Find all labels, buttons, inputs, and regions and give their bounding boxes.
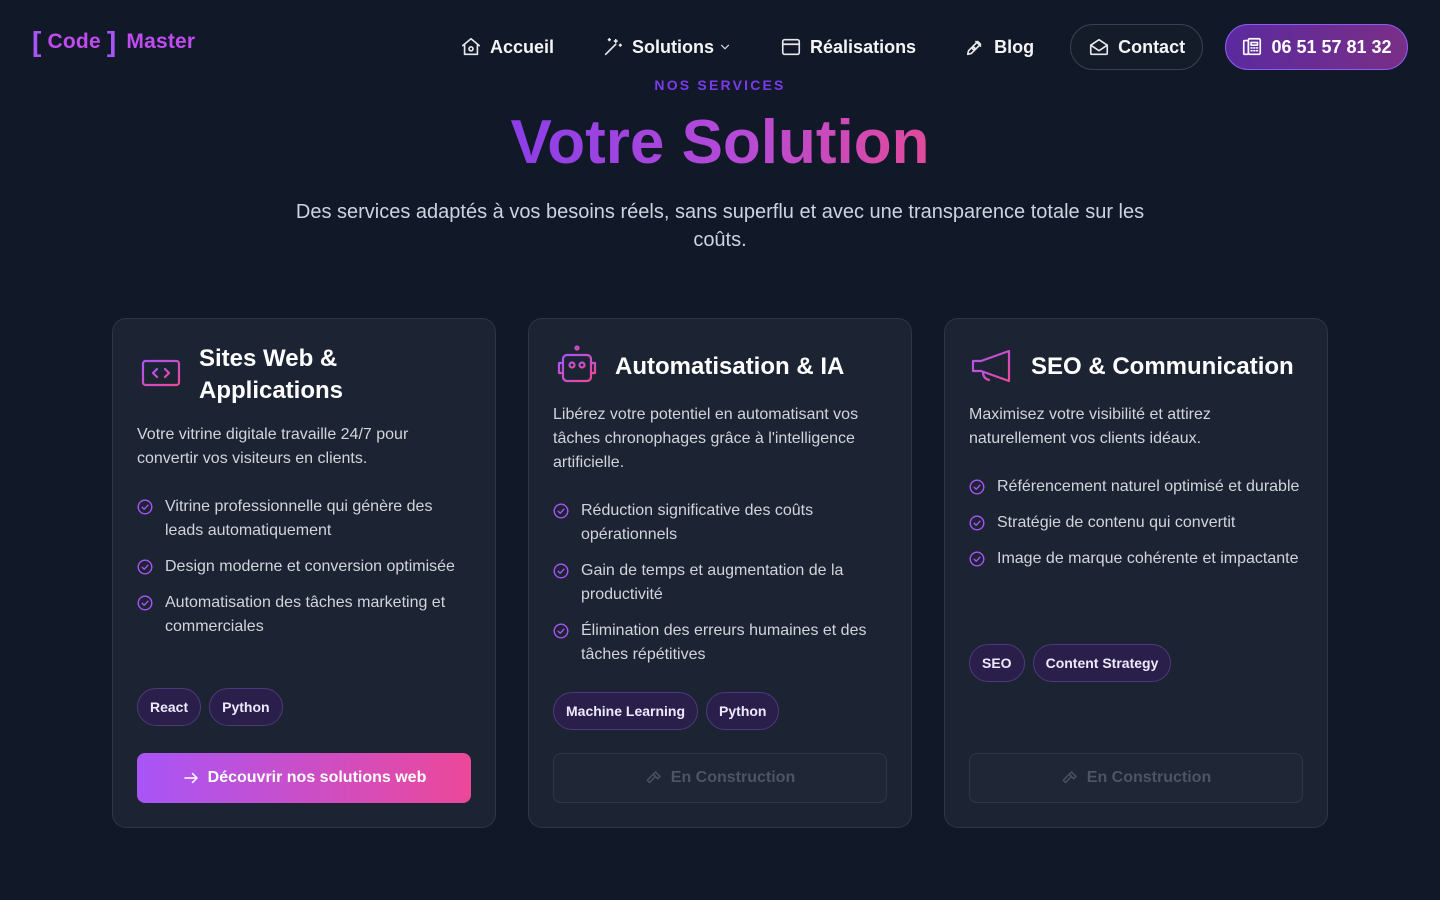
hammer-icon	[1062, 771, 1077, 784]
check-circle-icon	[137, 595, 153, 611]
under-construction-button[interactable]: En Construction	[969, 753, 1303, 803]
tag-python: Python	[209, 688, 283, 726]
megaphone-icon	[971, 349, 1011, 383]
check-circle-icon	[553, 623, 569, 639]
logo-word-code: Code	[47, 30, 101, 53]
check-circle-icon	[137, 499, 153, 515]
feature-item: Élimination des erreurs humaines et des …	[553, 619, 891, 667]
arrow-right-icon	[183, 772, 198, 784]
phone-icon	[1243, 37, 1262, 56]
hammer-icon	[646, 771, 661, 784]
browser-window-icon	[781, 38, 801, 56]
card-title: SEO & Communication	[1031, 353, 1294, 380]
check-circle-icon	[969, 479, 985, 495]
tag-react: React	[137, 688, 202, 726]
logo-word-master: Master	[126, 30, 196, 53]
nav-link-solutions[interactable]: Solutions	[602, 36, 732, 58]
feature-text: Gain de temps et augmentation de la prod…	[581, 562, 844, 603]
card-header: Automatisation & IA	[553, 343, 895, 391]
tag-machine-learning: Machine Learning	[553, 692, 699, 730]
under-construction-button[interactable]: En Construction	[553, 753, 887, 803]
robot-icon	[557, 345, 597, 383]
card-title: Automatisation & IA	[615, 353, 845, 380]
check-circle-icon	[553, 563, 569, 579]
feature-text: Automatisation des tâches marketing et c…	[165, 594, 446, 635]
tag-list: React Python	[137, 688, 283, 726]
check-circle-icon	[969, 515, 985, 531]
section-eyebrow: NOS SERVICES	[654, 77, 786, 93]
feature-item: Gain de temps et augmentation de la prod…	[553, 559, 891, 607]
tag-list: SEO Content Strategy	[969, 644, 1172, 682]
page-title-text: Votre Solution	[510, 108, 930, 177]
feature-text: Référencement naturel optimisé et durabl…	[997, 478, 1300, 495]
card-description: Libérez votre potentiel en automatisant …	[553, 406, 859, 471]
button-label: En Construction	[670, 769, 796, 786]
feature-item: Vitrine professionnelle qui génère des l…	[137, 495, 475, 543]
feature-item: Automatisation des tâches marketing et c…	[137, 591, 475, 639]
check-circle-icon	[553, 503, 569, 519]
check-circle-icon	[969, 551, 985, 567]
card-description: Votre vitrine digitale travaille 24/7 po…	[137, 426, 409, 467]
card-title: Sites Web & Applications	[199, 345, 344, 404]
button-label: En Construction	[1086, 769, 1212, 786]
feature-list: Vitrine professionnelle qui génère des l…	[137, 495, 475, 651]
nav-link-realisations[interactable]: Réalisations	[780, 36, 916, 58]
nav-links: Accueil Solutions Réalisations Blog Cont…	[460, 24, 1204, 70]
tag-seo: SEO	[969, 644, 1025, 682]
pen-nib-icon	[966, 40, 982, 56]
chevron-down-icon	[720, 44, 730, 50]
magic-wand-icon	[604, 37, 623, 56]
home-icon	[461, 37, 481, 56]
feature-text: Stratégie de contenu qui convertit	[997, 514, 1236, 531]
nav-link-blog[interactable]: Blog	[964, 36, 1034, 58]
page-subtitle: Des services adaptés à vos besoins réels…	[295, 201, 1145, 251]
tag-content-strategy: Content Strategy	[1032, 644, 1172, 682]
button-label: Découvrir nos solutions web	[207, 769, 427, 786]
nav-contact-label: Contact	[1118, 36, 1186, 57]
feature-text: Réduction significative des coûts opérat…	[581, 502, 814, 543]
nav-link-accueil[interactable]: Accueil	[460, 36, 554, 58]
discover-web-solutions-button[interactable]: Découvrir nos solutions web	[137, 753, 471, 803]
feature-item: Référencement naturel optimisé et durabl…	[969, 475, 1307, 499]
page-title: Votre Solution	[0, 106, 1440, 180]
feature-list: Référencement naturel optimisé et durabl…	[969, 475, 1307, 583]
nav-link-label: Accueil	[490, 36, 555, 57]
laptop-code-icon	[137, 359, 185, 391]
card-header: SEO & Communication	[969, 343, 1311, 391]
check-circle-icon	[137, 559, 153, 575]
card-description: Maximisez votre visibilité et attirez na…	[969, 406, 1211, 447]
feature-text: Vitrine professionnelle qui génère des l…	[165, 498, 433, 539]
feature-item: Stratégie de contenu qui convertit	[969, 511, 1307, 535]
feature-text: Design moderne et conversion optimisée	[165, 558, 455, 575]
feature-item: Design moderne et conversion optimisée	[137, 555, 475, 579]
feature-item: Image de marque cohérente et impactante	[969, 547, 1307, 571]
logo-bracket-close: ]	[106, 26, 117, 57]
logo-bracket-open: [	[32, 26, 42, 57]
mail-open-icon	[1090, 38, 1109, 56]
feature-item: Réduction significative des coûts opérat…	[553, 499, 891, 547]
nav-contact-button[interactable]: Contact	[1070, 24, 1204, 70]
service-card-web: Sites Web & Applications Votre vitrine d…	[112, 318, 496, 828]
feature-list: Réduction significative des coûts opérat…	[553, 499, 891, 679]
card-header: Sites Web & Applications	[137, 343, 479, 407]
nav-link-label: Solutions	[632, 36, 715, 57]
phone-number: 06 51 57 81 32	[1271, 36, 1392, 57]
phone-button[interactable]: 06 51 57 81 32	[1225, 24, 1408, 70]
service-card-automation: Automatisation & IA Libérez votre potent…	[528, 318, 912, 828]
feature-text: Élimination des erreurs humaines et des …	[581, 622, 867, 663]
site-logo[interactable]: [ Code ] Master	[32, 28, 195, 56]
tag-python: Python	[706, 692, 780, 730]
tag-list: Machine Learning Python	[553, 692, 780, 730]
nav-link-label: Réalisations	[810, 36, 917, 57]
feature-text: Image de marque cohérente et impactante	[997, 550, 1299, 567]
nav-link-label: Blog	[994, 36, 1035, 57]
service-card-seo: SEO & Communication Maximisez votre visi…	[944, 318, 1328, 828]
